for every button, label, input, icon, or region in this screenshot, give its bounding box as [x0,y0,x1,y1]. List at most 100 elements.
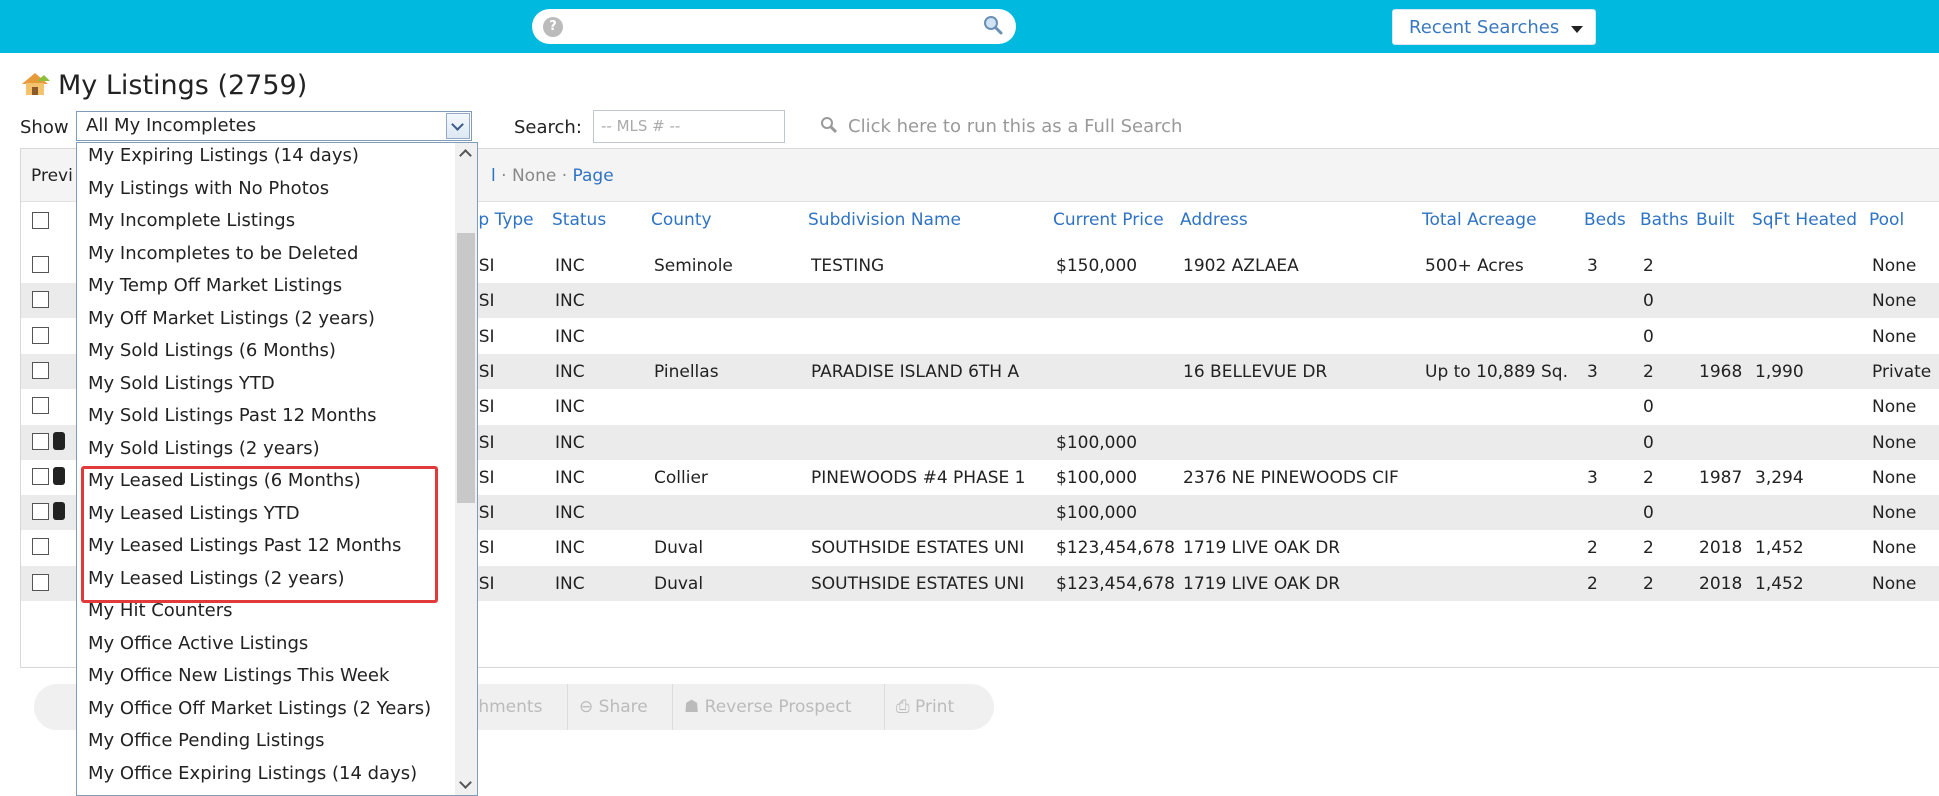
recent-searches-label: Recent Searches [1409,17,1560,38]
select-none-link[interactable]: None [512,166,556,186]
full-search-link[interactable]: Click here to run this as a Full Search [820,116,1182,137]
row-checkbox[interactable] [32,397,49,415]
column-header[interactable]: Built [1696,210,1735,230]
dropdown-option[interactable]: My Temp Off Market Listings [88,275,342,296]
column-header[interactable]: Address [1180,210,1248,230]
dropdown-option[interactable]: My Hit Counters [88,600,233,621]
table-cell: 1987 [1699,467,1743,488]
chevron-down-icon[interactable] [446,113,470,139]
table-cell: INC [555,256,585,276]
mls-search-input[interactable]: -- MLS # -- [593,110,785,143]
table-cell: 0 [1643,326,1654,347]
dropdown-option[interactable]: My Incompletes to be Deleted [88,243,358,264]
print-button[interactable]: ⎙ Print [896,697,954,717]
table-cell: 500+ Acres [1425,256,1524,276]
row-checkbox[interactable] [32,503,49,521]
table-cell: ESI [468,432,495,453]
dropdown-option[interactable]: My Office Active Listings [88,633,308,654]
table-cell: INC [555,538,585,559]
table-cell: 2 [1643,573,1654,594]
table-cell: ESI [468,326,495,347]
table-cell: 2 [1587,573,1598,594]
scroll-down-icon[interactable] [459,776,472,789]
row-checkbox[interactable] [32,538,49,556]
column-header[interactable]: Total Acreage [1422,210,1537,230]
scroll-thumb[interactable] [457,233,475,503]
table-cell: 2 [1643,538,1654,559]
leased-listings-highlight [81,466,438,603]
select-page-link[interactable]: Page [573,166,614,186]
table-cell: 1,452 [1755,573,1804,594]
table-cell: $100,000 [1056,432,1138,453]
row-checkbox[interactable] [32,573,49,591]
table-cell: ESI [468,573,495,594]
dropdown-option[interactable]: My Sold Listings (2 years) [88,438,320,459]
column-header[interactable]: County [651,210,712,230]
dropdown-option[interactable]: My Office Off Market Listings (2 Years) [88,698,431,719]
row-checkbox[interactable] [32,361,49,379]
dropdown-option[interactable]: My Listings with No Photos [88,178,329,199]
page-title-text: My Listings (2759) [58,70,308,101]
house-icon [22,73,50,95]
column-header[interactable]: Pool [1869,210,1904,230]
quick-search-input[interactable]: ? [532,9,1016,44]
column-header[interactable]: Baths [1640,210,1688,230]
table-cell: Duval [654,538,704,559]
dropdown-option[interactable]: My Sold Listings Past 12 Months [88,405,377,426]
column-header[interactable]: Status [552,210,606,230]
row-checkbox[interactable] [32,256,49,273]
table-cell: Seminole [654,256,733,276]
dropdown-option[interactable]: My Off Market Listings (2 years) [88,308,375,329]
table-cell: 0 [1643,503,1654,524]
row-checkbox[interactable] [32,432,49,450]
table-cell: Collier [654,467,708,488]
scroll-up-icon[interactable] [459,149,472,162]
table-cell: $123,454,678 [1056,538,1175,559]
select-all-link[interactable]: l [491,166,496,186]
dropdown-option[interactable]: My Sold Listings YTD [88,373,275,394]
dropdown-option[interactable]: My Office Pending Listings [88,730,325,751]
dropdown-option[interactable]: My Office New Listings This Week [88,665,389,686]
row-checkbox[interactable] [32,291,49,309]
column-header[interactable]: Beds [1584,210,1626,230]
table-cell: 1968 [1699,361,1743,382]
table-cell: 2018 [1699,538,1743,559]
table-cell: $150,000 [1056,256,1138,276]
table-cell: ESI [468,291,495,312]
column-header[interactable]: Subdivision Name [808,210,961,230]
table-cell: PINEWOODS #4 PHASE 1 [811,467,1026,488]
row-checkbox[interactable] [32,467,49,485]
table-cell: ESI [468,503,495,524]
search-icon[interactable] [982,14,1004,36]
column-header[interactable]: Current Price [1053,210,1164,230]
table-cell: 0 [1643,291,1654,312]
dropdown-option[interactable]: My Sold Listings (6 Months) [88,340,336,361]
select-all-checkbox[interactable] [32,212,49,229]
dropdown-option[interactable]: My Office Expiring Listings (14 days) [88,763,417,784]
table-cell: 2376 NE PINEWOODS CIF [1183,467,1399,488]
help-icon[interactable]: ? [543,17,563,37]
row-checkbox[interactable] [32,326,49,344]
table-cell: $123,454,678 [1056,573,1175,594]
table-cell: ESI [468,361,495,382]
table-cell: INC [555,432,585,453]
table-cell: 2018 [1699,573,1743,594]
attachments-button[interactable]: chments [469,697,542,717]
dropdown-option[interactable]: My Incomplete Listings [88,210,295,231]
table-cell: None [1872,291,1917,312]
recent-searches-dropdown[interactable]: Recent Searches [1392,9,1596,45]
table-cell: ESI [468,256,495,276]
dropdown-scrollbar[interactable] [455,143,477,795]
dropdown-option[interactable]: My Expiring Listings (14 days) [88,145,359,166]
table-cell: 2 [1587,538,1598,559]
table-cell: 16 BELLEVUE DR [1183,361,1328,382]
table-cell: TESTING [811,256,885,276]
table-cell: 0 [1643,397,1654,418]
reverse-prospect-button[interactable]: ☗ Reverse Prospect [684,697,851,717]
table-cell: None [1872,432,1917,453]
table-cell: 1,452 [1755,538,1804,559]
share-button[interactable]: ⊖ Share [579,697,648,717]
column-header[interactable]: SqFt Heated [1752,210,1857,230]
table-cell: ESI [468,467,495,488]
show-select[interactable]: All My Incompletes [76,111,472,141]
